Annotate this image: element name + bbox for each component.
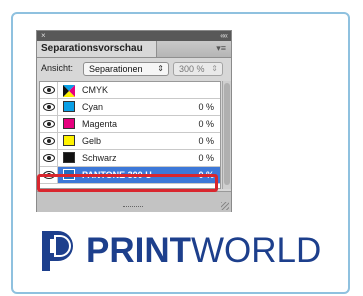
separation-name: Magenta [82,119,118,129]
cmyk-swatch-icon [63,84,75,97]
brand-part-world: WORLD [191,231,322,270]
zoom-value: 300 % [179,64,205,74]
tab-bar: Separationsvorschau ▾≡ [37,41,231,58]
panel-footer [37,191,231,212]
list-item-schwarz[interactable]: Schwarz 0 % [40,150,220,167]
view-select[interactable]: Separationen ⇕ [83,62,169,76]
magenta-swatch-icon [63,118,75,129]
separation-name: Gelb [82,136,102,146]
printworld-mark-icon [42,231,73,271]
eye-icon[interactable] [40,150,58,166]
collapse-icon[interactable]: «« [220,31,228,41]
list-scrollbar[interactable] [222,81,231,189]
separation-percent: 0 % [198,136,214,146]
black-swatch-icon [63,152,75,163]
separation-name: Cyan [82,102,104,112]
list-item-magenta[interactable]: Magenta 0 % [40,116,220,133]
separation-name: CMYK [82,85,109,95]
eye-icon[interactable] [40,133,58,149]
separation-percent: 0 % [198,119,214,129]
list-item-cmyk[interactable]: CMYK [40,82,220,99]
zoom-stepper-icon: ⇕ [211,64,218,73]
scrollbar-thumb[interactable] [224,83,230,185]
panel-titlebar: × «« [37,31,231,41]
select-stepper-icon: ⇕ [157,64,164,73]
panel-menu-icon[interactable]: ▾≡ [216,43,226,54]
tab-separationsvorschau[interactable]: Separationsvorschau [37,41,157,57]
yellow-swatch-icon [63,135,75,146]
cyan-swatch-icon [63,101,75,112]
view-row: Ansicht: Separationen ⇕ 300 % ⇕ [37,58,231,80]
eye-icon[interactable] [40,82,58,98]
view-select-value: Separationen [89,64,143,74]
list-item-cyan[interactable]: Cyan 0 % [40,99,220,116]
separations-list: CMYK Cyan 0 % Magenta 0 % Gelb 0 % Schwa… [39,81,221,189]
view-label: Ansicht: [41,63,74,73]
eye-icon[interactable] [40,116,58,132]
drag-grip-icon[interactable] [123,206,143,209]
separation-percent: 0 % [198,102,214,112]
printworld-logo: PRINTWORLD [38,229,328,273]
resize-handle-icon[interactable] [221,202,229,210]
separation-percent: 0 % [198,153,214,163]
highlight-box [37,174,218,192]
list-item-gelb[interactable]: Gelb 0 % [40,133,220,150]
eye-icon[interactable] [40,99,58,115]
brand-part-print: PRINT [86,231,191,270]
separation-name: Schwarz [82,153,117,163]
close-icon[interactable]: × [41,31,46,41]
zoom-select[interactable]: 300 % ⇕ [173,62,223,76]
brand-wordmark: PRINTWORLD [86,231,321,271]
